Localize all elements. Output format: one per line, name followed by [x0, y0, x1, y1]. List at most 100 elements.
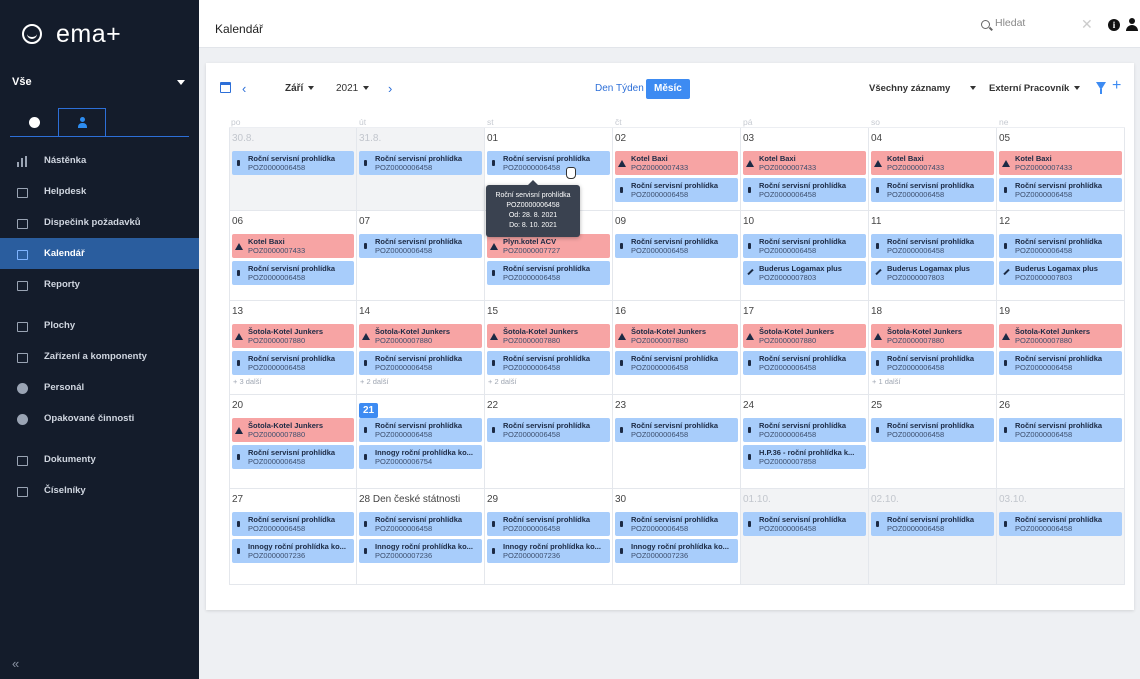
tab-user[interactable] [58, 108, 106, 136]
tab-info[interactable] [10, 108, 58, 136]
calendar-event[interactable]: Roční servisní prohlídka POZ0000006458 [359, 512, 482, 536]
day-cell[interactable]: 11 Roční servisní prohlídka POZ0000006458 B… [869, 211, 997, 300]
calendar-event[interactable]: Roční servisní prohlídka POZ0000006458 [743, 418, 866, 442]
sidebar-item-7[interactable]: Zařízení a komponenty [0, 341, 199, 372]
calendar-event[interactable]: Šotola-Kotel Junkers POZ0000007880 [359, 324, 482, 348]
sidebar-item-11[interactable]: Číselníky [0, 475, 199, 506]
day-cell[interactable]: 23 Roční servisní prohlídka POZ0000006458 [613, 395, 741, 488]
calendar-event[interactable]: Roční servisní prohlídka POZ0000006458 [999, 351, 1122, 375]
calendar-event[interactable]: Roční servisní prohlídka POZ0000006458 [232, 351, 354, 375]
calendar-event[interactable]: Roční servisní prohlídka POZ0000006458 [487, 261, 610, 285]
clear-filter-icon[interactable] [1096, 82, 1106, 94]
view-month-button[interactable]: Měsíc [646, 79, 690, 99]
day-cell[interactable]: 06 Kotel Baxi POZ0000007433 Roční servisní … [229, 211, 357, 300]
sidebar-item-4[interactable]: Kalendář [0, 238, 199, 269]
day-cell[interactable]: 02 Kotel Baxi POZ0000007433 Roční servisní … [613, 128, 741, 210]
calendar-event[interactable]: Kotel Baxi POZ0000007433 [232, 234, 354, 258]
calendar-event[interactable]: Roční servisní prohlídka POZ0000006458 [999, 512, 1122, 536]
calendar-event[interactable]: Roční servisní prohlídka POZ0000006458 [487, 151, 610, 175]
calendar-event[interactable]: Kotel Baxi POZ0000007433 [743, 151, 866, 175]
calendar-event[interactable]: Šotola-Kotel Junkers POZ0000007880 [743, 324, 866, 348]
calendar-event[interactable]: Roční servisní prohlídka POZ0000006458 [359, 418, 482, 442]
sidebar-item-3[interactable]: Dispečink požadavků [0, 207, 199, 238]
calendar-event[interactable]: Buderus Logamax plus POZ0000007803 [871, 261, 994, 285]
calendar-event[interactable]: Kotel Baxi POZ0000007433 [871, 151, 994, 175]
day-cell[interactable]: 10 Roční servisní prohlídka POZ0000006458 B… [741, 211, 869, 300]
calendar-event[interactable]: Šotola-Kotel Junkers POZ0000007880 [615, 324, 738, 348]
user-settings-icon[interactable] [1125, 18, 1139, 32]
calendar-event[interactable]: Šotola-Kotel Junkers POZ0000007880 [871, 324, 994, 348]
chevron-right-icon[interactable]: › [388, 81, 392, 96]
scope-select[interactable]: Vše [0, 68, 199, 96]
calendar-event[interactable]: Roční servisní prohlídka POZ0000006458 [615, 351, 738, 375]
calendar-event[interactable]: Roční servisní prohlídka POZ0000006458 [743, 351, 866, 375]
calendar-event[interactable]: Roční servisní prohlídka POZ0000006458 [615, 234, 738, 258]
year-select[interactable]: 2021 [336, 83, 370, 94]
sidebar-item-9[interactable]: Opakované činnosti [0, 403, 199, 434]
sidebar-item-8[interactable]: Personál [0, 372, 199, 403]
calendar-event[interactable]: Roční servisní prohlídka POZ0000006458 [232, 261, 354, 285]
calendar-event[interactable]: Roční servisní prohlídka POZ0000006458 [999, 178, 1122, 202]
day-cell[interactable]: 13 Šotola-Kotel Junkers POZ0000007880 Roční… [229, 301, 357, 394]
sidebar-item-2[interactable]: Helpdesk [0, 176, 199, 207]
calendar-event[interactable]: Kotel Baxi POZ0000007433 [615, 151, 738, 175]
day-cell[interactable]: 17 Šotola-Kotel Junkers POZ0000007880 Roční… [741, 301, 869, 394]
calendar-event[interactable]: Roční servisní prohlídka POZ0000006458 [743, 512, 866, 536]
day-cell[interactable]: 31.8. Roční servisní prohlídka POZ00000064… [357, 128, 485, 210]
calendar-event[interactable]: Roční servisní prohlídka POZ0000006458 [615, 512, 738, 536]
day-cell[interactable]: 14 Šotola-Kotel Junkers POZ0000007880 Roční… [357, 301, 485, 394]
day-cell[interactable]: 02.10. Roční servisní prohlídka POZ0000006… [869, 489, 997, 584]
calendar-event[interactable]: Roční servisní prohlídka POZ0000006458 [359, 234, 482, 258]
calendar-event[interactable]: H.P.36 - roční prohlídka k... POZ00000078… [743, 445, 866, 469]
day-cell[interactable]: 01.10. Roční servisní prohlídka POZ0000006… [741, 489, 869, 584]
day-cell[interactable]: 12 Roční servisní prohlídka POZ0000006458 B… [997, 211, 1125, 300]
more-events-link[interactable]: + 2 další [359, 377, 482, 386]
day-cell[interactable]: 22 Roční servisní prohlídka POZ0000006458 [485, 395, 613, 488]
day-cell[interactable]: 30 Roční servisní prohlídka POZ0000006458 I… [613, 489, 741, 584]
calendar-event[interactable]: Roční servisní prohlídka POZ0000006458 [487, 512, 610, 536]
calendar-event[interactable]: Roční servisní prohlídka POZ0000006458 [999, 234, 1122, 258]
sidebar-item-5[interactable]: Reporty [0, 269, 199, 300]
calendar-event[interactable]: Innogy roční prohlídka ko... POZ000000723… [615, 539, 738, 563]
calendar-event[interactable]: Roční servisní prohlídka POZ0000006458 [743, 178, 866, 202]
calendar-event[interactable]: Innogy roční prohlídka ko... POZ000000723… [487, 539, 610, 563]
calendar-picker-icon[interactable] [220, 82, 231, 93]
info-icon[interactable]: i [1108, 19, 1120, 31]
calendar-event[interactable]: Roční servisní prohlídka POZ0000006458 [871, 512, 994, 536]
day-cell[interactable]: 19 Šotola-Kotel Junkers POZ0000007880 Roční… [997, 301, 1125, 394]
calendar-event[interactable]: Roční servisní prohlídka POZ0000006458 [615, 418, 738, 442]
calendar-event[interactable]: Roční servisní prohlídka POZ0000006458 [232, 512, 354, 536]
calendar-event[interactable]: Roční servisní prohlídka POZ0000006458 [487, 418, 610, 442]
calendar-event[interactable]: Šotola-Kotel Junkers POZ0000007880 [999, 324, 1122, 348]
calendar-event[interactable]: Roční servisní prohlídka POZ0000006458 [359, 151, 482, 175]
calendar-event[interactable]: Šotola-Kotel Junkers POZ0000007880 [232, 324, 354, 348]
sidebar-item-10[interactable]: Dokumenty [0, 444, 199, 475]
chevron-left-icon[interactable]: ‹ [242, 81, 246, 96]
day-cell[interactable]: 15 Šotola-Kotel Junkers POZ0000007880 Roční… [485, 301, 613, 394]
records-filter-select[interactable]: Všechny záznamy [869, 83, 977, 94]
calendar-event[interactable]: Roční servisní prohlídka POZ0000006458 [871, 234, 994, 258]
calendar-event[interactable]: Roční servisní prohlídka POZ0000006458 [871, 178, 994, 202]
day-cell[interactable]: 04 Kotel Baxi POZ0000007433 Roční servisní … [869, 128, 997, 210]
calendar-event[interactable]: Roční servisní prohlídka POZ0000006458 [359, 351, 482, 375]
collapse-sidebar-button[interactable]: « [12, 656, 19, 671]
day-cell[interactable]: 29 Roční servisní prohlídka POZ0000006458 I… [485, 489, 613, 584]
calendar-event[interactable]: Plyn.kotel ACV POZ0000007727 [487, 234, 610, 258]
worker-select[interactable]: Externí Pracovník [989, 83, 1081, 94]
more-events-link[interactable]: + 3 další [232, 377, 354, 386]
day-cell[interactable]: 03.10. Roční servisní prohlídka POZ0000006… [997, 489, 1125, 584]
calendar-event[interactable]: Roční servisní prohlídka POZ0000006458 [615, 178, 738, 202]
calendar-event[interactable]: Šotola-Kotel Junkers POZ0000007880 [487, 324, 610, 348]
day-cell[interactable]: 26 Roční servisní prohlídka POZ0000006458 [997, 395, 1125, 488]
calendar-event[interactable]: Buderus Logamax plus POZ0000007803 [743, 261, 866, 285]
day-cell[interactable]: 18 Šotola-Kotel Junkers POZ0000007880 Roční… [869, 301, 997, 394]
day-cell[interactable]: 28 Den české státnosti Roční servisní pro… [357, 489, 485, 584]
calendar-event[interactable]: Innogy roční prohlídka ko... POZ000000723… [232, 539, 354, 563]
day-cell[interactable]: 27 Roční servisní prohlídka POZ0000006458 I… [229, 489, 357, 584]
calendar-event[interactable]: Innogy roční prohlídka ko... POZ000000675… [359, 445, 482, 469]
add-button[interactable]: + [1112, 77, 1121, 95]
more-events-link[interactable]: + 1 další [871, 377, 994, 386]
day-cell[interactable]: 25 Roční servisní prohlídka POZ0000006458 [869, 395, 997, 488]
calendar-event[interactable]: Šotola-Kotel Junkers POZ0000007880 [232, 418, 354, 442]
logo[interactable]: ema+ [0, 0, 199, 68]
